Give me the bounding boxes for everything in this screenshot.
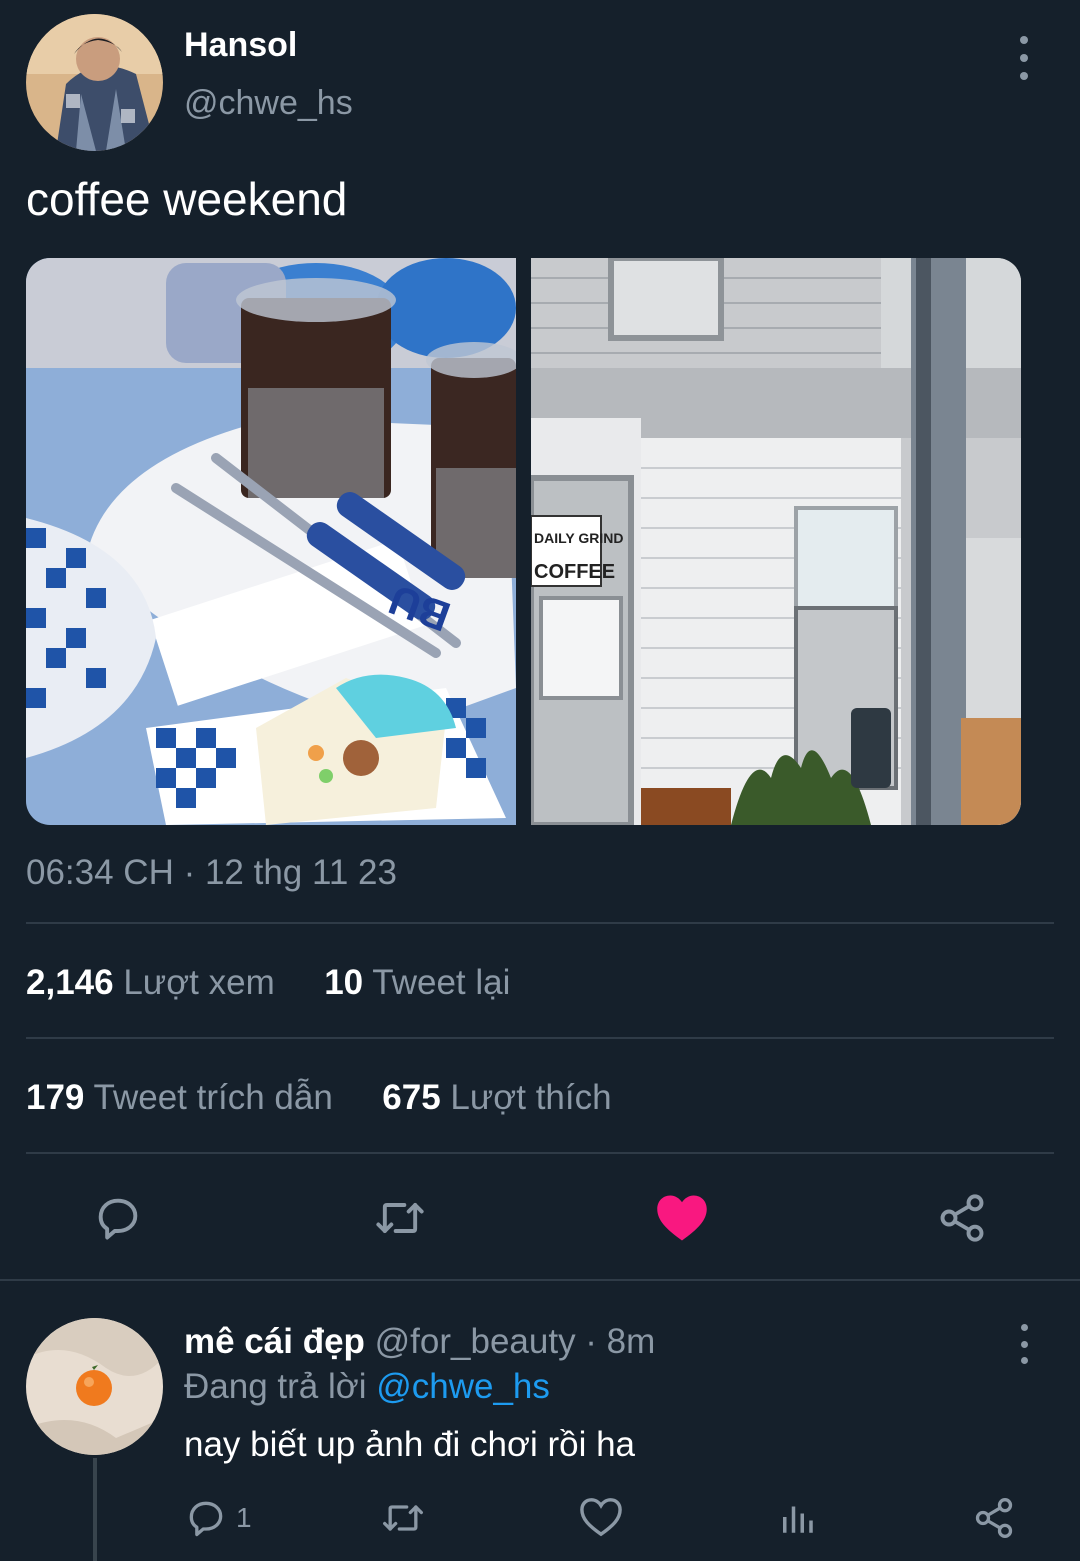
reply-author-meta[interactable]: @for_beauty · 8m bbox=[375, 1322, 656, 1361]
share-icon bbox=[975, 1498, 1013, 1538]
quotes-label[interactable]: Tweet trích dẫn bbox=[94, 1078, 333, 1117]
reply-reply-button[interactable]: 1 bbox=[184, 1496, 252, 1540]
replying-to-prefix: Đang trả lời bbox=[184, 1367, 367, 1406]
retweets-count[interactable]: 10 bbox=[324, 963, 363, 1002]
likes-label[interactable]: Lượt thích bbox=[450, 1078, 611, 1117]
tweet-photo-coffee[interactable]: BU bbox=[26, 258, 516, 825]
tweet-photo-storefront[interactable]: DAILY GRIND COFFEE bbox=[531, 258, 1021, 825]
heart-filled-icon[interactable] bbox=[652, 1188, 712, 1248]
views-count: 2,146 bbox=[26, 963, 114, 1002]
reply-retweet-button[interactable] bbox=[378, 1496, 428, 1540]
more-options-icon[interactable] bbox=[1008, 36, 1040, 80]
views-label: Lượt xem bbox=[123, 963, 275, 1002]
reply-author-avatar[interactable] bbox=[26, 1318, 163, 1455]
section-divider bbox=[0, 1279, 1080, 1281]
retweet-icon bbox=[383, 1505, 423, 1531]
reply-header: mê cái đẹp @for_beauty · 8m bbox=[184, 1322, 655, 1362]
likes-count[interactable]: 675 bbox=[382, 1078, 440, 1117]
tweet-timestamp[interactable]: 06:34 CH · 12 thg 11 23 bbox=[26, 853, 397, 893]
retweets-label[interactable]: Tweet lại bbox=[372, 963, 510, 1002]
reply-share-button[interactable] bbox=[972, 1496, 1016, 1540]
heart-icon bbox=[580, 1498, 622, 1537]
author-handle[interactable]: @chwe_hs bbox=[184, 84, 353, 123]
author-avatar[interactable] bbox=[26, 14, 163, 151]
reply-icon[interactable] bbox=[88, 1188, 148, 1248]
reply-analytics-button[interactable] bbox=[776, 1496, 818, 1538]
retweet-icon[interactable] bbox=[368, 1188, 432, 1248]
tweet-text: coffee weekend bbox=[26, 173, 348, 225]
replying-to-mention[interactable]: @chwe_hs bbox=[376, 1367, 550, 1406]
author-display-name[interactable]: Hansol bbox=[184, 26, 297, 65]
store-sign-line2: COFFEE bbox=[534, 561, 615, 583]
divider bbox=[26, 1037, 1054, 1039]
thread-line bbox=[93, 1458, 97, 1561]
store-sign-line1: DAILY GRIND bbox=[534, 530, 623, 546]
reply-more-options-icon[interactable] bbox=[1008, 1324, 1040, 1364]
stats-row-1: 2,146 Lượt xem 10 Tweet lại bbox=[26, 963, 510, 1003]
reply-author-name[interactable]: mê cái đẹp bbox=[184, 1322, 365, 1361]
analytics-icon bbox=[783, 1506, 813, 1533]
divider bbox=[26, 922, 1054, 924]
reply-text: nay biết up ảnh đi chơi rồi ha bbox=[184, 1425, 636, 1464]
reply-reply-count: 1 bbox=[236, 1502, 252, 1533]
reply-icon bbox=[189, 1501, 223, 1537]
replying-to: Đang trả lời @chwe_hs bbox=[184, 1367, 550, 1407]
share-icon[interactable] bbox=[932, 1188, 992, 1248]
divider bbox=[26, 1152, 1054, 1154]
stats-row-2: 179 Tweet trích dẫn 675 Lượt thích bbox=[26, 1078, 612, 1118]
reply-like-button[interactable] bbox=[578, 1496, 624, 1538]
quotes-count[interactable]: 179 bbox=[26, 1078, 84, 1117]
